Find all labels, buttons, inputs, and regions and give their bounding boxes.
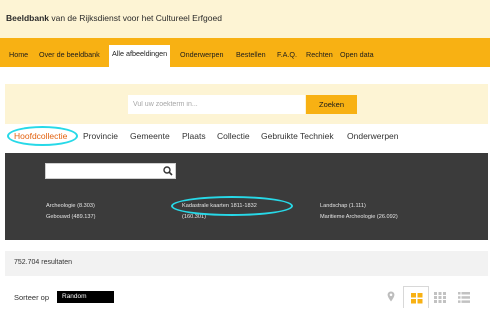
search-icon[interactable]: [162, 164, 174, 178]
grid-view-icon: [411, 293, 423, 304]
facet-filter-input[interactable]: [45, 163, 176, 179]
tab-onderwerpen[interactable]: Onderwerpen: [347, 131, 399, 141]
tab-gebruikte-techniek[interactable]: Gebruikte Techniek: [261, 131, 334, 141]
facet-maritieme-archeologie[interactable]: Maritieme Archeologie (26.092): [320, 214, 398, 220]
results-band: [5, 251, 488, 276]
nav-item-bestellen[interactable]: Bestellen: [236, 46, 266, 67]
map-pin-icon[interactable]: [387, 291, 395, 302]
nav-item-over-de-beeldbank[interactable]: Over de beeldbank: [39, 46, 100, 67]
header-band: Beeldbank van de Rijksdienst voor het Cu…: [0, 0, 490, 38]
facet-kadastrale-kaarten[interactable]: Kadastrale kaarten 1811-1832: [182, 203, 257, 209]
grid-view-button[interactable]: [403, 286, 429, 308]
main-nav: Home Over de beeldbank Alle afbeeldingen…: [0, 38, 490, 67]
sort-select[interactable]: Random: [57, 291, 114, 303]
facet-kadastrale-kaarten-count[interactable]: (160.301): [182, 214, 206, 220]
nav-item-faq[interactable]: F.A.Q.: [277, 46, 297, 67]
tab-hoofdcollectie[interactable]: Hoofdcollectie: [14, 131, 67, 141]
tab-gemeente[interactable]: Gemeente: [130, 131, 170, 141]
gallery-view-icon: [434, 292, 446, 303]
nav-item-alle-afbeeldingen[interactable]: Alle afbeeldingen: [109, 45, 171, 67]
search-input[interactable]: [128, 95, 305, 114]
site-brand: Beeldbank: [6, 13, 49, 23]
list-view-icon: [458, 292, 470, 303]
tab-collectie[interactable]: Collectie: [217, 131, 250, 141]
tab-plaats[interactable]: Plaats: [182, 131, 206, 141]
facet-archeologie[interactable]: Archeologie (8.303): [46, 203, 95, 209]
nav-item-rechten[interactable]: Rechten: [306, 46, 333, 67]
tab-provincie[interactable]: Provincie: [83, 131, 118, 141]
results-count: 752.704 resultaten: [14, 259, 72, 266]
gallery-view-button[interactable]: [427, 286, 453, 308]
sort-label: Sorteer op: [14, 293, 50, 302]
site-subtitle: van de Rijksdienst voor het Cultureel Er…: [49, 13, 222, 23]
nav-item-home[interactable]: Home: [9, 46, 28, 67]
search-button[interactable]: Zoeken: [306, 95, 357, 114]
site-title[interactable]: Beeldbank van de Rijksdienst voor het Cu…: [6, 13, 222, 23]
list-view-button[interactable]: [451, 286, 477, 308]
facet-gebouwd[interactable]: Gebouwd (489.137): [46, 214, 95, 220]
nav-item-open-data[interactable]: Open data: [340, 46, 374, 67]
nav-item-onderwerpen[interactable]: Onderwerpen: [180, 46, 224, 67]
facet-landschap[interactable]: Landschap (1.111): [320, 203, 366, 209]
